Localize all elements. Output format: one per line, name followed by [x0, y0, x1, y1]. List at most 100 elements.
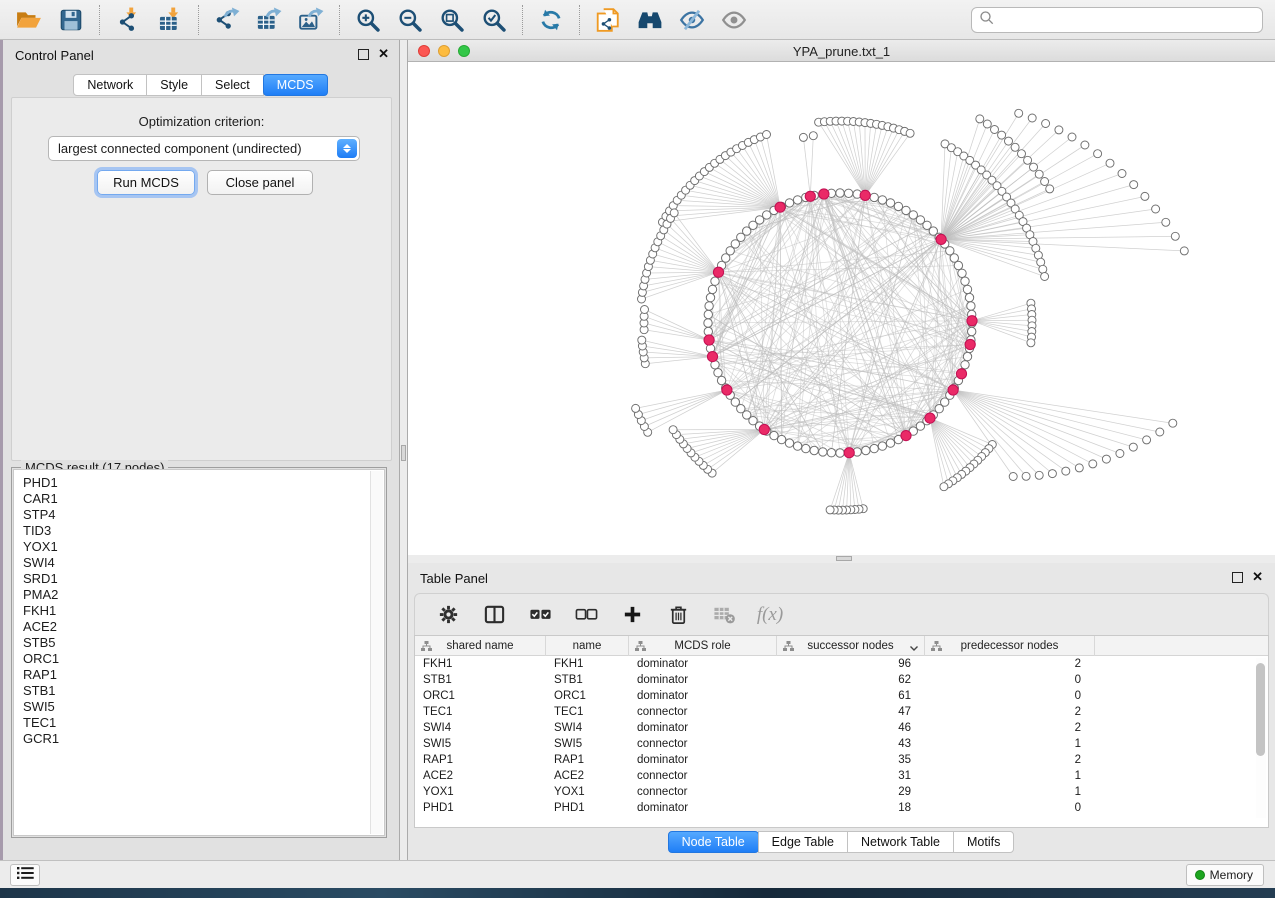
mcds-result-item[interactable]: PMA2	[14, 587, 384, 603]
search-input[interactable]	[996, 10, 1262, 30]
network-node[interactable]	[785, 199, 793, 207]
task-history-button[interactable]	[10, 864, 40, 886]
network-node[interactable]	[1171, 232, 1179, 240]
network-node[interactable]	[844, 189, 852, 197]
network-node[interactable]	[1152, 205, 1160, 213]
network-graph[interactable]	[408, 62, 1275, 555]
cell[interactable]: dominator	[629, 672, 777, 688]
cell[interactable]: 29	[777, 784, 925, 800]
column-header-successor-nodes[interactable]: successor nodes	[777, 636, 925, 656]
save-icon[interactable]	[56, 5, 86, 35]
network-node[interactable]	[706, 293, 714, 301]
network-node[interactable]	[862, 446, 870, 454]
network-node[interactable]	[707, 352, 717, 362]
network-node[interactable]	[958, 269, 966, 277]
network-node[interactable]	[844, 448, 854, 458]
cell[interactable]: SWI4	[546, 720, 629, 736]
cell[interactable]: connector	[629, 768, 777, 784]
mcds-result-item[interactable]: FKH1	[14, 603, 384, 619]
mcds-result-item[interactable]: CAR1	[14, 491, 384, 507]
tab-node-table[interactable]: Node Table	[668, 831, 759, 853]
import-network-icon[interactable]	[113, 5, 143, 35]
network-node[interactable]	[967, 316, 977, 326]
network-node[interactable]	[965, 293, 973, 301]
network-node[interactable]	[1042, 120, 1050, 128]
network-node[interactable]	[669, 426, 677, 434]
cell[interactable]: YOX1	[546, 784, 629, 800]
network-node[interactable]	[704, 319, 712, 327]
open-file-icon[interactable]	[14, 5, 44, 35]
cell[interactable]: connector	[629, 736, 777, 752]
mcds-result-item[interactable]: ORC1	[14, 651, 384, 667]
gear-icon[interactable]	[433, 600, 463, 630]
cell[interactable]: 2	[925, 720, 1095, 736]
cell[interactable]: YOX1	[415, 784, 546, 800]
show-all-icon[interactable]	[719, 5, 749, 35]
cell[interactable]: 0	[925, 672, 1095, 688]
mcds-result-item[interactable]: YOX1	[14, 539, 384, 555]
network-node[interactable]	[1169, 419, 1177, 427]
tab-network-table[interactable]: Network Table	[847, 831, 954, 853]
network-node[interactable]	[1018, 150, 1026, 158]
network-node[interactable]	[714, 369, 722, 377]
cell[interactable]: FKH1	[415, 656, 546, 672]
close-panel-icon[interactable]: ✕	[378, 47, 389, 61]
network-node[interactable]	[878, 442, 886, 450]
network-node[interactable]	[722, 385, 732, 395]
cell[interactable]: dominator	[629, 752, 777, 768]
network-node[interactable]	[950, 254, 958, 262]
first-neighbors-icon[interactable]	[635, 5, 665, 35]
criterion-select[interactable]: largest connected component (undirected)	[48, 136, 360, 161]
network-node[interactable]	[1035, 170, 1043, 178]
cell[interactable]: ACE2	[546, 768, 629, 784]
tab-select[interactable]: Select	[201, 74, 264, 96]
network-node[interactable]	[1156, 428, 1164, 436]
network-node[interactable]	[799, 133, 807, 141]
vertical-splitter[interactable]	[400, 40, 408, 860]
network-node[interactable]	[1041, 273, 1049, 281]
cell[interactable]: dominator	[629, 656, 777, 672]
network-node[interactable]	[906, 129, 914, 137]
network-node[interactable]	[777, 435, 785, 443]
table-row[interactable]: SWI5SWI5connector431	[415, 736, 1268, 752]
export-table-icon[interactable]	[254, 5, 284, 35]
network-node[interactable]	[1141, 192, 1149, 200]
network-node[interactable]	[805, 191, 815, 201]
cell[interactable]: STB1	[415, 672, 546, 688]
cell[interactable]: dominator	[629, 720, 777, 736]
cell[interactable]: RAP1	[546, 752, 629, 768]
mcds-result-item[interactable]: STB1	[14, 683, 384, 699]
network-node[interactable]	[925, 413, 935, 423]
network-node[interactable]	[826, 506, 834, 514]
network-node[interactable]	[763, 131, 771, 139]
horizontal-splitter[interactable]	[408, 555, 1275, 563]
network-node[interactable]	[965, 339, 975, 349]
clone-network-icon[interactable]	[593, 5, 623, 35]
network-node[interactable]	[956, 369, 966, 379]
memory-button[interactable]: Memory	[1186, 864, 1264, 886]
network-node[interactable]	[836, 189, 844, 197]
mcds-result-item[interactable]: ACE2	[14, 619, 384, 635]
network-node[interactable]	[860, 190, 870, 200]
network-node[interactable]	[1129, 443, 1137, 451]
network-node[interactable]	[1081, 141, 1089, 149]
network-node[interactable]	[704, 335, 714, 345]
network-node[interactable]	[793, 442, 801, 450]
zoom-selected-icon[interactable]	[479, 5, 509, 35]
table-row[interactable]: YOX1YOX1connector291	[415, 784, 1268, 800]
network-node[interactable]	[708, 285, 716, 293]
network-node[interactable]	[991, 126, 999, 134]
network-node[interactable]	[1062, 467, 1070, 475]
network-node[interactable]	[670, 209, 678, 217]
mcds-result-item[interactable]: SWI4	[14, 555, 384, 571]
network-node[interactable]	[967, 302, 975, 310]
mcds-result-item[interactable]: PHD1	[14, 475, 384, 491]
network-node[interactable]	[936, 234, 946, 244]
mcds-result-item[interactable]: STP4	[14, 507, 384, 523]
search-box[interactable]	[971, 7, 1263, 33]
close-panel-button[interactable]: Close panel	[207, 170, 313, 195]
network-node[interactable]	[793, 196, 801, 204]
network-node[interactable]	[810, 446, 818, 454]
network-node[interactable]	[1046, 185, 1054, 193]
tab-mcds[interactable]: MCDS	[263, 74, 328, 96]
